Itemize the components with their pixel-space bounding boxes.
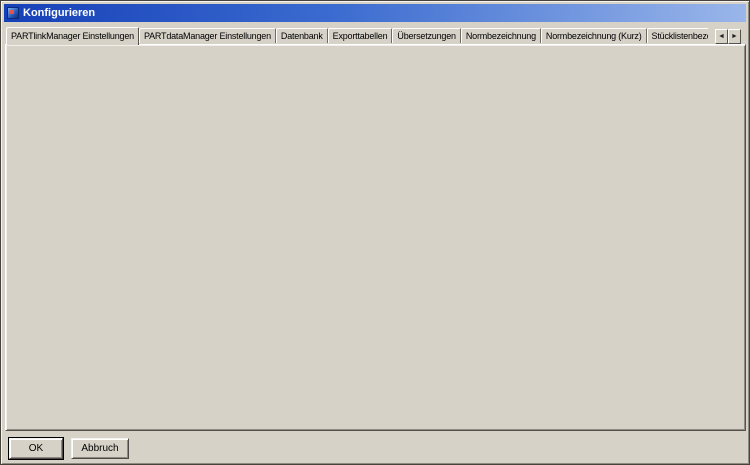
tab-scroll-left-icon[interactable]: ◄: [715, 29, 728, 44]
tab-1[interactable]: PARTlinkManager Einstellungen: [6, 27, 139, 45]
tab-5[interactable]: Übersetzungen: [392, 28, 460, 43]
cancel-button[interactable]: Abbruch: [71, 438, 129, 459]
ok-button[interactable]: OK: [9, 438, 63, 459]
app-icon: [7, 7, 19, 19]
tab-2[interactable]: PARTdataManager Einstellungen: [139, 28, 276, 43]
tab-7[interactable]: Normbezeichnung (Kurz): [541, 28, 647, 43]
tab-4[interactable]: Exporttabellen: [328, 28, 393, 43]
tab-6[interactable]: Normbezeichnung: [461, 28, 541, 43]
configure-dialog: Konfigurieren PARTlinkManager Einstellun…: [0, 0, 750, 465]
tab-page-partlinkmanager: [5, 44, 746, 431]
window-title: Konfigurieren: [23, 7, 95, 19]
titlebar[interactable]: Konfigurieren: [4, 4, 746, 22]
tab-3[interactable]: Datenbank: [276, 28, 328, 43]
tab-scroll-control: ◄ ►: [715, 29, 741, 44]
tab-scroll-right-icon[interactable]: ►: [728, 29, 741, 44]
tab-8[interactable]: Stücklistenbezeichnung: [647, 28, 708, 43]
tab-bar: PARTlinkManager EinstellungenPARTdataMan…: [6, 27, 708, 45]
